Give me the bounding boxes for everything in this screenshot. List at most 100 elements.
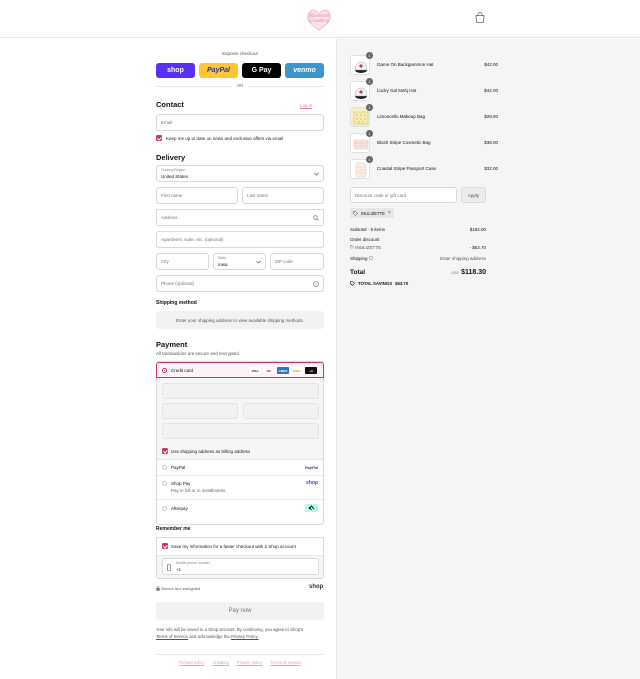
- name-on-card-field[interactable]: [162, 423, 319, 439]
- item-name: Limoncello Makeup Bag: [377, 114, 426, 119]
- credit-card-label: Credit card: [171, 368, 194, 373]
- total-row: Total USD $118.30: [350, 269, 486, 281]
- footer-links: Refund policy Shipping Privacy policy Te…: [156, 660, 324, 665]
- secure-text: Secure and encrypted: [161, 586, 201, 591]
- terms-of-service-footer-link[interactable]: Terms of service: [270, 660, 300, 665]
- visa-icon: VISA: [249, 367, 261, 374]
- legal-and: and acknowledge the: [189, 634, 230, 639]
- newsletter-label: Keep me up to date on news and exclusive…: [166, 136, 284, 141]
- phone-field[interactable]: Phone (optional) ?: [156, 275, 324, 292]
- address-field[interactable]: Address: [156, 209, 324, 226]
- expiry-field[interactable]: [162, 403, 238, 419]
- newsletter-checkbox[interactable]: [156, 135, 162, 141]
- shop-pay-radio[interactable]: [162, 481, 167, 486]
- list-item: 1 Lucky Gal Mahj Hat $42.00: [350, 78, 498, 101]
- discover-icon: DISC: [291, 367, 303, 374]
- city-field[interactable]: City: [156, 253, 209, 270]
- quantity-badge: 1: [366, 104, 373, 111]
- phone-placeholder: Phone (optional): [161, 281, 195, 286]
- privacy-policy-footer-link[interactable]: Privacy policy: [237, 660, 263, 665]
- contact-heading: Contact: [156, 100, 184, 109]
- subtotal-label: Subtotal · 5 items: [350, 227, 386, 232]
- pay-now-button[interactable]: Pay now: [156, 602, 324, 620]
- shopping-bag-icon[interactable]: [475, 12, 485, 23]
- subtotal-row: Subtotal · 5 items $182.00: [350, 227, 486, 232]
- brand-logo[interactable]: Blossom Cowboy: [306, 9, 332, 31]
- shipping-row: Shipping Enter shipping address: [350, 256, 486, 261]
- email-field[interactable]: Email: [156, 114, 324, 131]
- logo-text: Blossom Cowboy: [308, 13, 330, 24]
- currency-code: USD: [451, 271, 460, 275]
- save-info-label: Save my information for a faster checkou…: [171, 544, 296, 549]
- shipping-link[interactable]: Shipping: [212, 660, 228, 665]
- shop-brand-logo: shop: [309, 584, 324, 590]
- venmo-button[interactable]: venmo: [285, 63, 324, 78]
- country-value: United States: [161, 174, 189, 179]
- afterpay-option[interactable]: Afterpay: [157, 500, 323, 518]
- credit-card-radio[interactable]: [162, 368, 167, 373]
- security-code-field[interactable]: [243, 403, 319, 419]
- apply-button[interactable]: Apply: [461, 187, 486, 203]
- terms-of-service-link[interactable]: Terms of Service: [156, 634, 188, 639]
- credit-card-option[interactable]: Credit card VISA MC AMEX DISC +3: [156, 362, 324, 378]
- help-icon[interactable]: [368, 256, 373, 260]
- mobile-phone-label: Mobile phone number: [176, 561, 210, 565]
- state-select[interactable]: State Iowa: [213, 253, 266, 270]
- shipping-label: Shipping: [350, 256, 368, 261]
- item-name: Game On Backgammon Hat: [377, 62, 434, 67]
- refund-policy-link[interactable]: Refund policy: [179, 660, 204, 665]
- item-price: $28.00: [484, 114, 498, 119]
- tag-icon: [353, 210, 358, 216]
- amex-icon: AMEX: [277, 367, 289, 374]
- tag-icon: [350, 245, 354, 249]
- afterpay-radio[interactable]: [162, 506, 167, 511]
- discount-chip-code: INULIZETTE: [361, 210, 385, 216]
- apartment-field[interactable]: Apartment, suite, etc. (optional): [156, 231, 324, 248]
- mastercard-icon: MC: [263, 367, 275, 374]
- remember-me-box: Save my information for a faster checkou…: [156, 537, 324, 579]
- mobile-phone-value: +1: [176, 567, 182, 572]
- discount-code-field[interactable]: Discount code or gift card: [350, 187, 457, 203]
- legal-prefix: Your info will be saved to a Shop accoun…: [156, 627, 304, 632]
- payment-methods: Credit card VISA MC AMEX DISC +3 Use shi…: [156, 361, 324, 525]
- search-icon: [313, 215, 319, 221]
- afterpay-icon: [305, 504, 318, 512]
- shipping-note: Enter your shipping address to view avai…: [175, 318, 305, 323]
- card-number-field[interactable]: [162, 383, 319, 399]
- quantity-badge: 1: [366, 130, 373, 137]
- shop-pay-option[interactable]: Shop Pay Pay in full or in installments …: [157, 476, 323, 500]
- first-name-field[interactable]: First name: [156, 187, 238, 204]
- delivery-heading: Delivery: [156, 153, 186, 162]
- item-price: $38.00: [484, 140, 498, 145]
- state-label: State: [218, 256, 227, 260]
- shop-pay-button[interactable]: shop: [156, 63, 195, 78]
- paypal-radio[interactable]: [162, 465, 167, 470]
- last-name-field[interactable]: Last name: [242, 187, 324, 204]
- zip-field[interactable]: ZIP code: [270, 253, 324, 270]
- total-savings-label: TOTAL SAVINGS: [358, 281, 393, 286]
- shipping-method-box: Enter your shipping address to view avai…: [156, 311, 324, 329]
- google-pay-button[interactable]: G Pay: [242, 63, 281, 78]
- list-item: 1 Coastal Stripe Passport Case $32.00: [350, 156, 498, 179]
- item-price: $32.00: [484, 166, 498, 171]
- save-info-checkbox[interactable]: [162, 543, 168, 549]
- checkout-form: Express checkout shop PayPal G Pay venmo…: [0, 39, 336, 679]
- shipping-value: Enter shipping address: [439, 256, 486, 261]
- remember-me-heading: Remember me: [156, 526, 191, 532]
- order-summary: 1 Game On Backgammon Hat $42.00 1 Lucky …: [336, 39, 640, 679]
- remove-discount-icon[interactable]: ×: [388, 210, 391, 216]
- billing-same-checkbox[interactable]: [162, 448, 168, 454]
- login-link[interactable]: Log in: [300, 103, 312, 108]
- help-icon[interactable]: ?: [313, 281, 319, 287]
- applied-discount-code: INULIZETTE: [355, 245, 382, 250]
- mobile-phone-icon: [167, 564, 171, 571]
- paypal-button[interactable]: PayPal: [199, 63, 238, 78]
- item-price: $42.00: [484, 88, 498, 93]
- savings-row: TOTAL SAVINGS $63.70: [350, 281, 486, 286]
- country-select[interactable]: Country/Region United States: [156, 165, 324, 182]
- shop-pay-sublabel: Pay in full or in installments: [171, 488, 226, 493]
- paypal-option[interactable]: PayPal PayPal: [157, 460, 323, 476]
- mobile-phone-field[interactable]: Mobile phone number +1: [162, 558, 319, 575]
- privacy-policy-link[interactable]: Privacy Policy.: [231, 634, 259, 639]
- divider: [248, 86, 324, 87]
